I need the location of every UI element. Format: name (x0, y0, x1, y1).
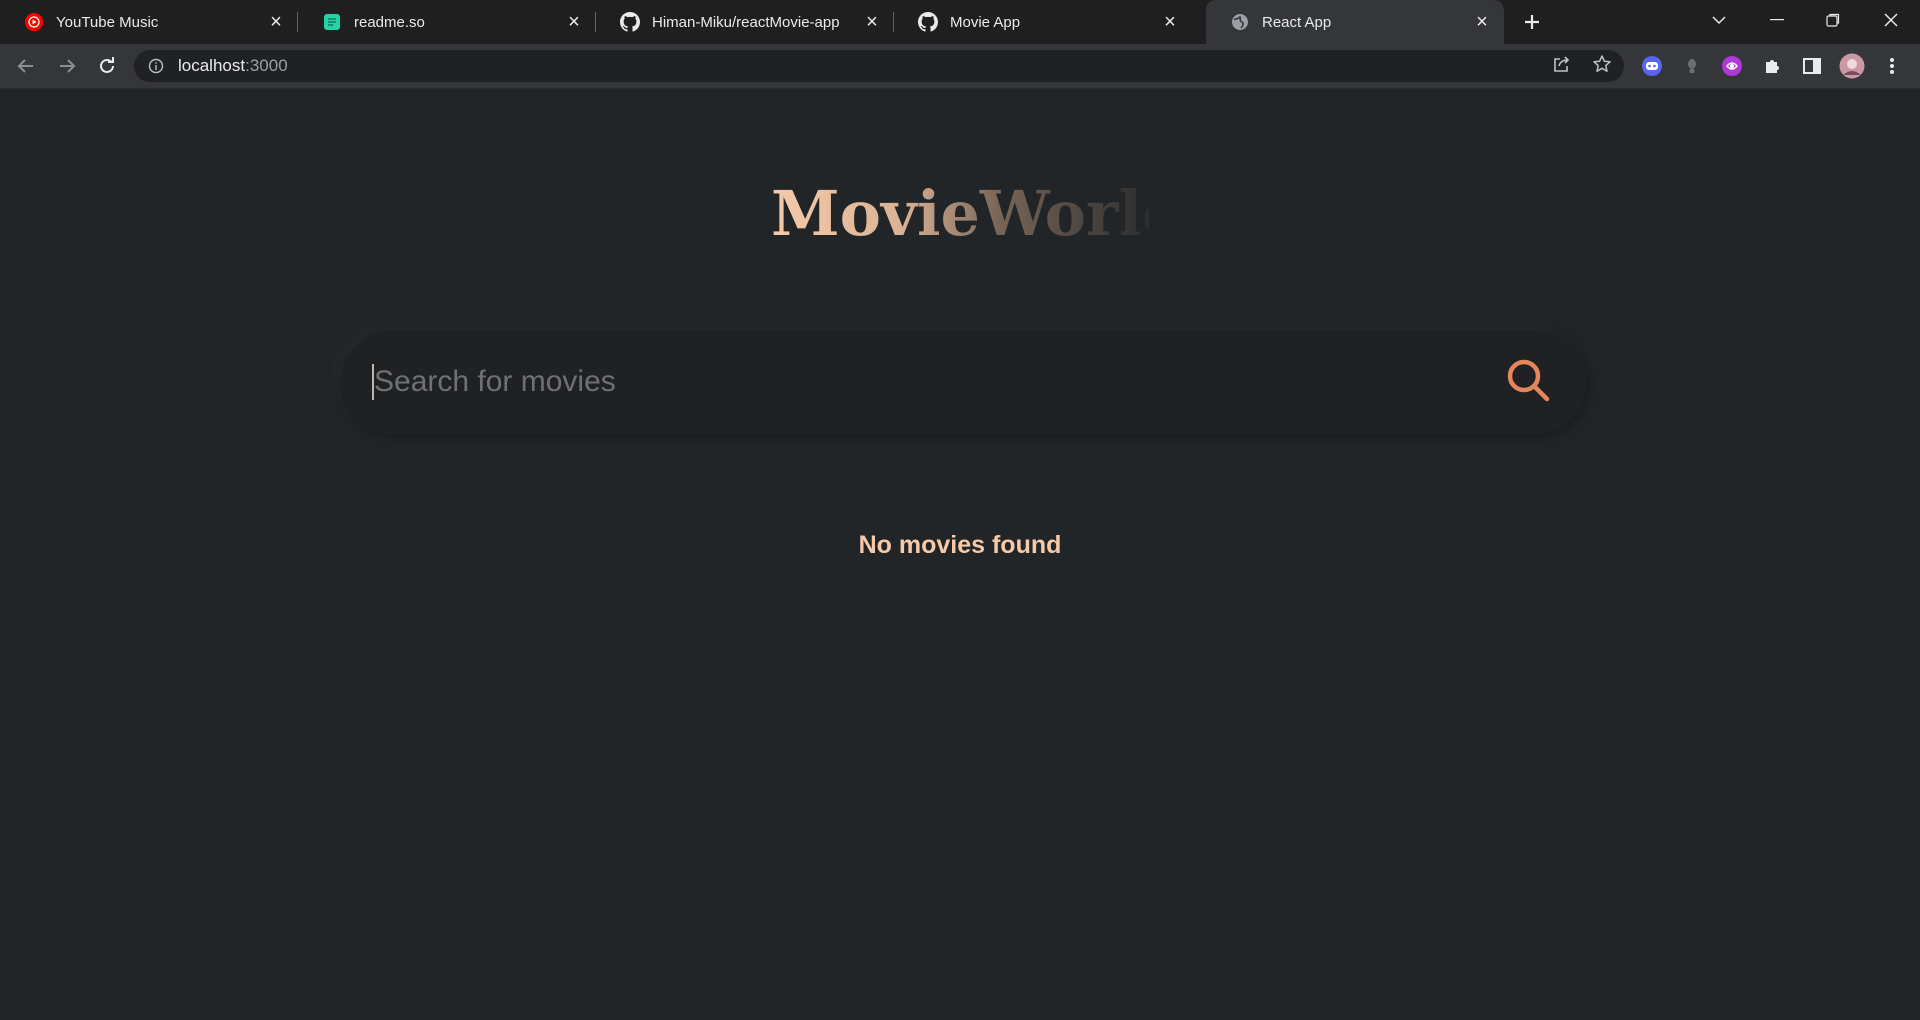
tab-title: Movie App (950, 13, 1021, 31)
tab-react-app[interactable]: React App × (1206, 0, 1504, 44)
bulb-extension-icon[interactable] (1676, 50, 1708, 82)
side-panel-icon[interactable] (1796, 50, 1828, 82)
extensions-puzzle-icon[interactable] (1756, 50, 1788, 82)
purple-extension-icon[interactable] (1716, 50, 1748, 82)
readme-so-icon (322, 12, 342, 32)
search-input[interactable] (372, 364, 1498, 400)
close-icon[interactable]: × (862, 12, 882, 32)
tab-title: YouTube Music (56, 13, 159, 31)
new-tab-button[interactable] (1518, 8, 1546, 36)
discord-extension-icon[interactable] (1636, 50, 1668, 82)
site-info-icon[interactable] (148, 58, 164, 74)
restore-button[interactable] (1808, 0, 1858, 40)
tab-movie-app[interactable]: Movie App × (894, 0, 1192, 44)
search-button[interactable] (1498, 352, 1558, 412)
back-button[interactable] (10, 50, 42, 82)
app-logo: MovieWorld (771, 177, 1186, 250)
url-host: localhost (178, 56, 246, 75)
close-window-button[interactable] (1866, 0, 1916, 40)
reload-button[interactable] (91, 50, 123, 82)
close-icon[interactable]: × (1160, 12, 1180, 32)
github-icon (620, 12, 640, 32)
tab-title: readme.so (354, 13, 425, 31)
url-text: localhost:3000 (178, 56, 288, 76)
address-bar[interactable]: localhost:3000 (134, 50, 1624, 82)
close-icon[interactable]: × (266, 12, 286, 32)
tab-youtube-music[interactable]: YouTube Music × (0, 0, 298, 44)
forward-button[interactable] (51, 50, 83, 82)
tab-readme-so[interactable]: readme.so × (298, 0, 596, 44)
tab-search-button[interactable] (1694, 0, 1744, 40)
profile-avatar[interactable] (1836, 50, 1868, 82)
close-icon[interactable]: × (1472, 12, 1492, 32)
browser-toolbar: localhost:3000 (0, 44, 1920, 89)
globe-icon (1230, 12, 1250, 32)
empty-state-message: No movies found (858, 531, 1062, 559)
tab-title: Himan-Miku/reactMovie-app (652, 13, 840, 31)
youtube-music-icon (24, 12, 44, 32)
close-icon[interactable]: × (564, 12, 584, 32)
browser-menu-icon[interactable] (1876, 50, 1908, 82)
share-icon[interactable] (1548, 50, 1576, 78)
github-icon (918, 12, 938, 32)
tab-github-repo[interactable]: Himan-Miku/reactMovie-app × (596, 0, 894, 44)
bookmark-star-icon[interactable] (1588, 50, 1616, 78)
tab-title: React App (1262, 13, 1332, 31)
url-port: :3000 (245, 56, 288, 75)
search-bar (340, 330, 1586, 434)
search-icon (1504, 356, 1552, 409)
page-viewport: MovieWorld No movies found (0, 89, 1920, 1020)
tab-strip: YouTube Music × readme.so × Himan-Miku/r… (0, 0, 1920, 44)
minimize-button[interactable] (1752, 0, 1802, 40)
